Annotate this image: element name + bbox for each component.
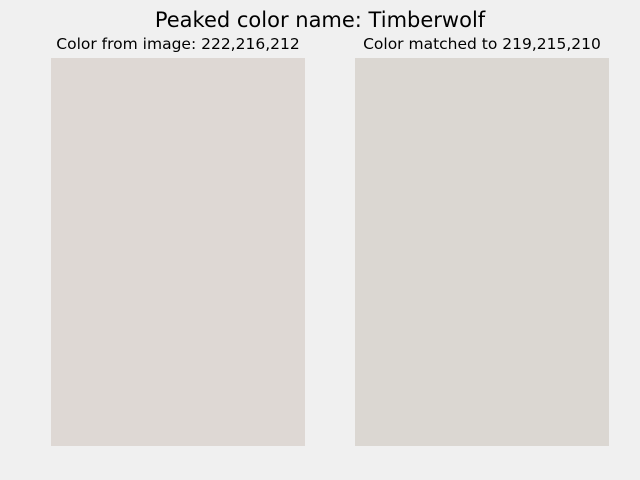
- figure-title: Peaked color name: Timberwolf: [154, 8, 486, 32]
- matched-color-swatch: [355, 58, 609, 446]
- matched-color-title: Color matched to 219,215,210: [363, 35, 601, 53]
- source-color-swatch: [51, 58, 305, 446]
- source-color-title: Color from image: 222,216,212: [56, 35, 300, 53]
